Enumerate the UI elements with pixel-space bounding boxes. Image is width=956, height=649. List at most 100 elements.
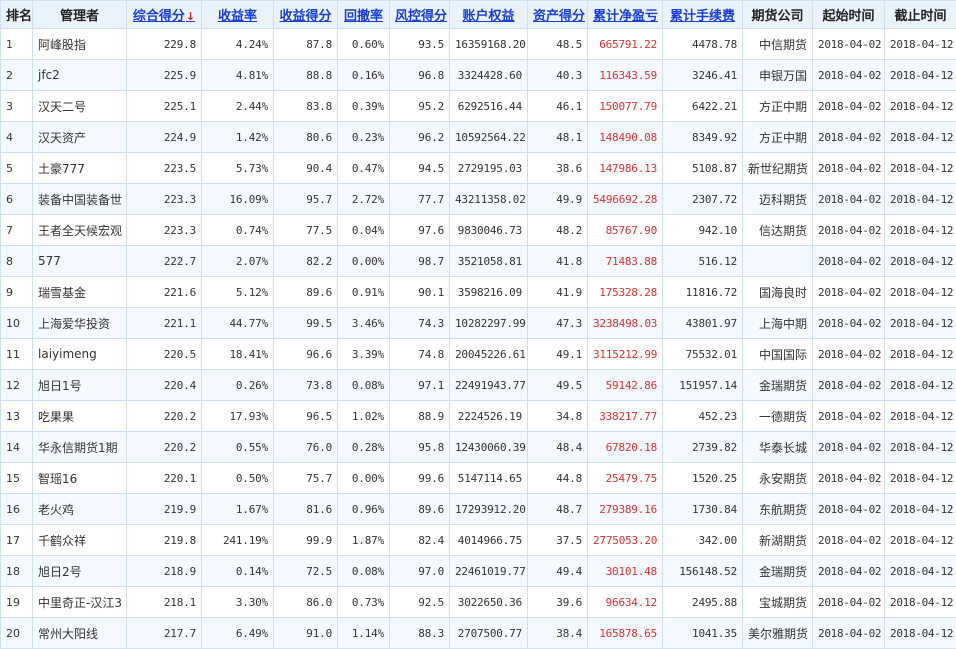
equity-cell: 12430060.39 [450, 432, 528, 463]
return-score-cell: 96.5 [274, 401, 338, 432]
score-cell: 218.1 [127, 587, 202, 618]
return-rate-cell: 1.67% [202, 494, 274, 525]
manager-link[interactable]: 中里奇正-汉江3 [33, 587, 127, 618]
manager-link[interactable]: 常州大阳线 [33, 618, 127, 649]
drawdown-cell: 0.47% [338, 153, 390, 184]
return-rate-cell: 4.24% [202, 29, 274, 60]
manager-link[interactable]: 千鹤众祥 [33, 525, 127, 556]
manager-link[interactable]: 上海爱华投资 [33, 308, 127, 339]
score-cell: 223.3 [127, 184, 202, 215]
header-score-label: 综合得分 [133, 9, 185, 24]
header-return-rate-sort[interactable]: 收益率 [202, 1, 274, 29]
asset-score-cell: 41.9 [528, 277, 588, 308]
net-profit-cell: 30101.48 [588, 556, 663, 587]
score-cell: 223.5 [127, 153, 202, 184]
return-score-cell: 81.6 [274, 494, 338, 525]
header-risk-score-sort[interactable]: 风控得分 [390, 1, 450, 29]
header-score-sort[interactable]: 综合得分↓ [127, 1, 202, 29]
manager-link[interactable]: jfc2 [33, 60, 127, 91]
score-cell: 221.1 [127, 308, 202, 339]
score-cell: 219.9 [127, 494, 202, 525]
fees-cell: 43801.97 [663, 308, 743, 339]
rank-cell: 2 [1, 60, 33, 91]
return-rate-cell: 44.77% [202, 308, 274, 339]
header-net-profit-sort[interactable]: 累计净盈亏 [588, 1, 663, 29]
header-asset-score-sort[interactable]: 资产得分 [528, 1, 588, 29]
manager-link[interactable]: 旭日1号 [33, 370, 127, 401]
drawdown-cell: 0.16% [338, 60, 390, 91]
score-cell: 229.8 [127, 29, 202, 60]
table-row: 5土豪777223.55.73%90.40.47%94.52729195.033… [1, 153, 956, 184]
asset-score-cell: 48.1 [528, 122, 588, 153]
manager-link[interactable]: 华永信期货1期 [33, 432, 127, 463]
manager-link[interactable]: 吃果果 [33, 401, 127, 432]
manager-link[interactable]: 老火鸡 [33, 494, 127, 525]
start-time-cell: 2018-04-02 [813, 153, 885, 184]
manager-link[interactable]: 土豪777 [33, 153, 127, 184]
rank-cell: 7 [1, 215, 33, 246]
header-manager: 管理者 [33, 1, 127, 29]
futures-company-cell: 信达期货 [743, 215, 813, 246]
net-profit-cell: 116343.59 [588, 60, 663, 91]
return-score-cell: 90.4 [274, 153, 338, 184]
drawdown-cell: 2.72% [338, 184, 390, 215]
rank-cell: 1 [1, 29, 33, 60]
header-drawdown-sort[interactable]: 回撤率 [338, 1, 390, 29]
rank-cell: 9 [1, 277, 33, 308]
header-equity-sort[interactable]: 账户权益 [450, 1, 528, 29]
table-row: 7王者全天候宏观223.30.74%77.50.04%97.69830046.7… [1, 215, 956, 246]
rank-cell: 16 [1, 494, 33, 525]
equity-cell: 22461019.77 [450, 556, 528, 587]
end-time-cell: 2018-04-12 [885, 246, 956, 277]
risk-score-cell: 88.3 [390, 618, 450, 649]
asset-score-cell: 48.2 [528, 215, 588, 246]
return-score-cell: 89.6 [274, 277, 338, 308]
drawdown-cell: 0.23% [338, 122, 390, 153]
score-cell: 225.1 [127, 91, 202, 122]
manager-link[interactable]: 旭日2号 [33, 556, 127, 587]
futures-company-cell: 东航期货 [743, 494, 813, 525]
equity-cell: 4014966.75 [450, 525, 528, 556]
equity-cell: 6292516.44 [450, 91, 528, 122]
header-return-score-sort[interactable]: 收益得分 [274, 1, 338, 29]
table-row: 9瑞雪基金221.65.12%89.60.91%90.13598216.0941… [1, 277, 956, 308]
drawdown-cell: 3.46% [338, 308, 390, 339]
table-row: 14华永信期货1期220.20.55%76.00.28%95.812430060… [1, 432, 956, 463]
manager-link[interactable]: 瑞雪基金 [33, 277, 127, 308]
fees-cell: 2495.88 [663, 587, 743, 618]
header-fees-sort[interactable]: 累计手续费 [663, 1, 743, 29]
manager-link[interactable]: 577 [33, 246, 127, 277]
futures-company-cell: 美尔雅期货 [743, 618, 813, 649]
score-cell: 220.4 [127, 370, 202, 401]
risk-score-cell: 96.8 [390, 60, 450, 91]
asset-score-cell: 37.5 [528, 525, 588, 556]
drawdown-cell: 0.08% [338, 556, 390, 587]
risk-score-cell: 90.1 [390, 277, 450, 308]
manager-link[interactable]: 王者全天候宏观 [33, 215, 127, 246]
end-time-cell: 2018-04-12 [885, 370, 956, 401]
manager-link[interactable]: 汉天资产 [33, 122, 127, 153]
manager-link[interactable]: laiyimeng [33, 339, 127, 370]
return-score-cell: 91.0 [274, 618, 338, 649]
manager-link[interactable]: 阿峰股指 [33, 29, 127, 60]
manager-link[interactable]: 装备中国装备世 [33, 184, 127, 215]
return-rate-cell: 2.44% [202, 91, 274, 122]
asset-score-cell: 44.8 [528, 463, 588, 494]
score-cell: 220.2 [127, 401, 202, 432]
fees-cell: 1041.35 [663, 618, 743, 649]
end-time-cell: 2018-04-12 [885, 153, 956, 184]
drawdown-cell: 0.39% [338, 91, 390, 122]
manager-link[interactable]: 智瑶16 [33, 463, 127, 494]
return-rate-cell: 0.74% [202, 215, 274, 246]
table-row: 13吃果果220.217.93%96.51.02%88.92224526.193… [1, 401, 956, 432]
end-time-cell: 2018-04-12 [885, 432, 956, 463]
equity-cell: 3022650.36 [450, 587, 528, 618]
risk-score-cell: 98.7 [390, 246, 450, 277]
manager-link[interactable]: 汉天二号 [33, 91, 127, 122]
end-time-cell: 2018-04-12 [885, 525, 956, 556]
table-row: 8577222.72.07%82.20.00%98.73521058.8141.… [1, 246, 956, 277]
return-score-cell: 86.0 [274, 587, 338, 618]
end-time-cell: 2018-04-12 [885, 91, 956, 122]
score-cell: 222.7 [127, 246, 202, 277]
rank-cell: 5 [1, 153, 33, 184]
